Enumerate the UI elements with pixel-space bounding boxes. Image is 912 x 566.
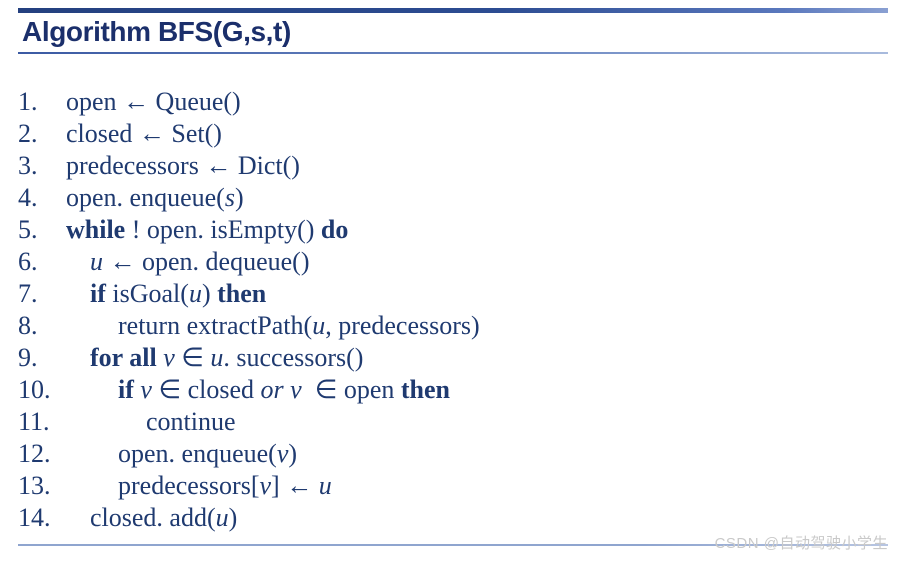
code-token: v [276,439,289,468]
code-token: ∈ [174,343,211,372]
header-bottom-rule [18,52,888,54]
line-number: 1. [18,87,38,116]
pseudocode-line: 1. open ← Queue() [0,86,912,118]
line-number: 13. [18,471,51,500]
code-token: v [140,375,152,404]
line-number: 11. [18,407,50,436]
line-code: predecessors[v] ← u [62,470,912,502]
code-token: ) [201,279,218,308]
pseudocode-line: 13. predecessors[v] ← u [0,470,912,502]
code-token: ) [288,439,298,468]
line-code: return extractPath(u, predecessors) [62,310,912,342]
code-token: u [318,471,332,500]
code-token: ) [234,183,244,212]
line-code: open. enqueue(v) [62,438,912,470]
code-token: ∈ closed [151,375,261,404]
pseudocode-line: 11. continue [0,406,912,438]
line-code: open ← Queue() [62,86,912,118]
line-number: 4. [18,183,38,212]
code-token: ∈ open [301,375,401,404]
code-token: then [400,375,451,404]
code-token: closed. add( [90,503,216,532]
pseudocode-line: 7. if isGoal(u) then [0,278,912,310]
code-token: open. enqueue( [66,183,225,212]
line-number: 14. [18,503,51,532]
line-code: if v ∈ closed or v ∈ open then [62,374,912,406]
code-token: . successors() [223,343,364,372]
code-token: u [188,279,202,308]
pseudocode-line: 3. predecessors ← Dict() [0,150,912,182]
code-token: then [217,279,267,308]
line-number: 3. [18,151,38,180]
line-number: 6. [18,247,38,276]
pseudocode-line: 9. for all v ∈ u. successors() [0,342,912,374]
line-code: closed. add(u) [62,502,912,534]
line-code: continue [62,406,912,438]
code-token: open ← Queue() [66,87,241,116]
code-token: v [259,471,272,500]
code-token: , predecessors) [325,311,480,340]
code-token: while [66,215,126,244]
line-number: 9. [18,343,38,372]
code-token: if [90,279,106,308]
pseudocode-listing: 1. open ← Queue() 2. closed ← Set() 3. predec… [0,86,912,534]
line-code: open. enqueue(s) [62,182,912,214]
code-token: or [260,375,284,404]
code-token: continue [146,407,236,436]
code-token: ) [228,503,238,532]
pseudocode-line: 5. while ! open. isEmpty() do [0,214,912,246]
pseudocode-line: 12. open. enqueue(v) [0,438,912,470]
code-token: v [290,375,302,404]
pseudocode-line: 6. u ← open. dequeue() [0,246,912,278]
code-token: open. enqueue( [118,439,277,468]
line-code: for all v ∈ u. successors() [62,342,912,374]
code-token: u [210,343,224,372]
code-token: u [90,247,103,276]
line-code: if isGoal(u) then [62,278,912,310]
pseudocode-line: 2. closed ← Set() [0,118,912,150]
code-token: u [215,503,229,532]
code-token: v [163,343,175,372]
line-number: 12. [18,439,51,468]
code-token: predecessors[ [118,471,260,500]
code-token: u [312,311,326,340]
line-number: 2. [18,119,38,148]
line-code: u ← open. dequeue() [62,246,912,278]
algorithm-block: Algorithm BFS(G,s,t) 1. open ← Queue() 2. c… [0,0,912,566]
code-token: closed ← Set() [66,119,222,148]
pseudocode-line: 4. open. enqueue(s) [0,182,912,214]
code-token: return extractPath( [118,311,313,340]
code-token: if [118,375,134,404]
code-token: predecessors ← Dict() [66,151,300,180]
watermark-text: CSDN @自动驾驶小学生 [714,535,888,552]
code-token: ← open. dequeue() [103,247,310,276]
algorithm-title: Algorithm BFS(G,s,t) [22,16,291,47]
line-code: while ! open. isEmpty() do [62,214,912,246]
line-number: 5. [18,215,38,244]
line-number: 10. [18,375,51,404]
code-token: ] ← [271,471,319,500]
code-token: do [320,215,349,244]
pseudocode-line: 14. closed. add(u) [0,502,912,534]
line-code: predecessors ← Dict() [62,150,912,182]
code-token: ! open. isEmpty() [125,215,321,244]
line-number: 8. [18,311,38,340]
code-token: s [224,183,235,212]
header-top-rule [18,8,888,13]
line-code: closed ← Set() [62,118,912,150]
pseudocode-line: 10. if v ∈ closed or v ∈ open then [0,374,912,406]
pseudocode-line: 8. return extractPath(u, predecessors) [0,310,912,342]
line-number: 7. [18,279,38,308]
code-token: isGoal( [105,279,189,308]
code-token: for all [90,343,157,372]
